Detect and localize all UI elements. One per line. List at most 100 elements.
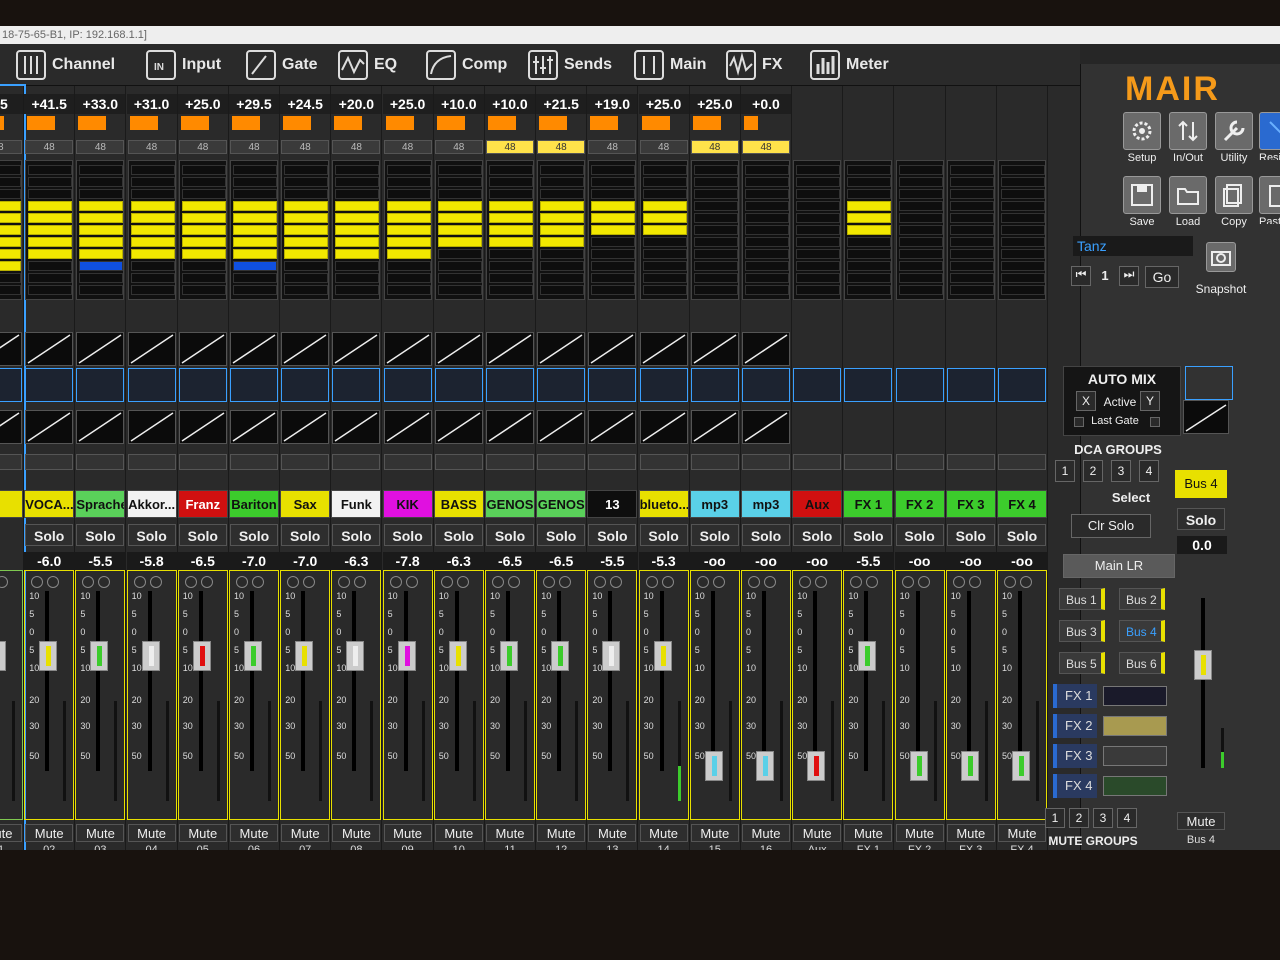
channel-name[interactable]: KIK [382, 490, 433, 518]
channel-name[interactable]: FX 2 [894, 490, 945, 518]
comp-thumbnail[interactable] [0, 410, 22, 444]
fader-cap[interactable] [704, 751, 723, 781]
fader-zone[interactable]: 1050510203050 [280, 570, 331, 820]
eq-thumbnail[interactable] [998, 368, 1046, 402]
fader-cap[interactable] [141, 641, 160, 671]
gate-thumbnail[interactable] [76, 332, 125, 366]
phantom-power-toggle[interactable]: 48 [639, 140, 688, 154]
mute-button[interactable]: Mute [281, 824, 330, 842]
mute-button[interactable]: Mute [998, 824, 1046, 842]
comp-thumbnail[interactable] [690, 410, 739, 444]
phantom-power-toggle[interactable]: 48 [383, 140, 432, 154]
resize-button[interactable]: Resize [1259, 112, 1280, 160]
eq-thumbnail[interactable] [383, 368, 432, 402]
channel-name[interactable]: VOCA... [24, 490, 75, 518]
mute-button[interactable]: Mute [332, 824, 381, 842]
insert-buttons[interactable] [178, 454, 227, 470]
dca-button-4[interactable]: 4 [1139, 460, 1159, 482]
solo-button[interactable]: Solo [690, 524, 739, 546]
comp-thumbnail[interactable] [25, 410, 74, 444]
gate-thumbnail[interactable] [332, 332, 381, 366]
fader-zone[interactable]: 1050510203050 [24, 570, 75, 820]
mute-button[interactable]: Mute [383, 824, 432, 842]
phantom-power-toggle[interactable]: 48 [25, 140, 74, 154]
comp-thumbnail[interactable] [588, 410, 637, 444]
eq-thumbnail[interactable] [281, 368, 330, 402]
solo-button[interactable]: Solo [946, 524, 995, 546]
fader-cap[interactable] [295, 641, 314, 671]
eq-thumbnail[interactable] [0, 368, 22, 402]
insert-buttons[interactable] [434, 454, 483, 470]
insert-buttons[interactable] [690, 454, 739, 470]
gain-readout[interactable]: 6.5 [0, 94, 23, 114]
insert-buttons[interactable] [946, 454, 995, 470]
phantom-power-toggle[interactable]: 48 [690, 140, 739, 154]
tab-main[interactable]: Main [634, 48, 706, 82]
dca-button-2[interactable]: 2 [1083, 460, 1103, 482]
eq-thumbnail[interactable] [537, 368, 586, 402]
insert-buttons[interactable] [281, 454, 330, 470]
channel-name[interactable]: blueto... [638, 490, 689, 518]
channel-name[interactable]: Aux [792, 490, 843, 518]
channel-name[interactable]: mp3 [689, 490, 740, 518]
insert-buttons[interactable] [332, 454, 381, 470]
gate-thumbnail[interactable] [588, 332, 637, 366]
bus4-comp-thumbnail[interactable] [1183, 400, 1229, 434]
phantom-power-toggle[interactable]: 48 [742, 140, 790, 154]
channel-name[interactable]: Bariton [229, 490, 279, 518]
gain-readout[interactable]: +10.0 [485, 94, 535, 114]
gain-readout[interactable]: +10.0 [433, 94, 484, 114]
save-button[interactable]: Save [1121, 176, 1163, 228]
fader-zone[interactable]: 1050510203050 [741, 570, 791, 820]
fader-zone[interactable]: 1050510203050 [638, 570, 689, 820]
fader-zone[interactable]: 1050510203050 [126, 570, 177, 820]
solo-button[interactable]: Solo [844, 524, 893, 546]
tab-comp[interactable]: Comp [426, 48, 507, 82]
channel-name[interactable]: Sax [280, 490, 331, 518]
gate-thumbnail[interactable] [486, 332, 534, 366]
insert-buttons[interactable] [383, 454, 432, 470]
solo-button[interactable]: Solo [230, 524, 278, 546]
fx-1-button[interactable]: FX 1 [1053, 684, 1097, 708]
snapshot-go-button[interactable]: Go [1145, 266, 1179, 288]
main-lr-button[interactable]: Main LR [1063, 554, 1175, 578]
fader-zone[interactable]: 1050510203050 [382, 570, 433, 820]
fx-2-thumbnail[interactable] [1103, 716, 1167, 736]
last-gate-checkbox-right[interactable] [1150, 417, 1160, 427]
channel-name[interactable]: FX 3 [945, 490, 996, 518]
eq-thumbnail[interactable] [486, 368, 534, 402]
mute-button[interactable]: Mute [844, 824, 893, 842]
tab-meter[interactable]: Meter [810, 48, 889, 82]
gain-readout[interactable]: +25.0 [382, 94, 433, 114]
tab-sends[interactable]: Sends [528, 48, 612, 82]
eq-thumbnail[interactable] [895, 368, 944, 402]
eq-thumbnail[interactable] [25, 368, 74, 402]
tab-eq[interactable]: EQ [338, 48, 397, 82]
dca-button-1[interactable]: 1 [1055, 460, 1075, 482]
eq-thumbnail[interactable] [639, 368, 688, 402]
comp-thumbnail[interactable] [332, 410, 381, 444]
paste-button[interactable]: Paste [1259, 176, 1280, 224]
insert-buttons[interactable] [230, 454, 278, 470]
gain-readout[interactable]: +33.0 [75, 94, 126, 114]
mute-button[interactable]: Mute [588, 824, 637, 842]
channel-name[interactable]: Sprache [75, 490, 126, 518]
eq-thumbnail[interactable] [588, 368, 637, 402]
gain-readout[interactable]: +25.0 [177, 94, 228, 114]
gate-thumbnail[interactable] [25, 332, 74, 366]
phantom-power-toggle[interactable]: 48 [0, 140, 22, 154]
automix-x-button[interactable]: X [1076, 391, 1096, 411]
eq-thumbnail[interactable] [332, 368, 381, 402]
mute-button[interactable]: Mute [230, 824, 278, 842]
channel-name[interactable]: mp3 [741, 490, 791, 518]
phantom-power-toggle[interactable]: 48 [588, 140, 637, 154]
solo-button[interactable]: Solo [742, 524, 790, 546]
fader-zone[interactable]: 1050510203050 [945, 570, 996, 820]
comp-thumbnail[interactable] [434, 410, 483, 444]
comp-thumbnail[interactable] [486, 410, 534, 444]
solo-button[interactable]: Solo [434, 524, 483, 546]
fader-cap[interactable] [653, 641, 672, 671]
insert-buttons[interactable] [0, 454, 22, 470]
phantom-power-toggle[interactable]: 48 [281, 140, 330, 154]
fx-4-button[interactable]: FX 4 [1053, 774, 1097, 798]
